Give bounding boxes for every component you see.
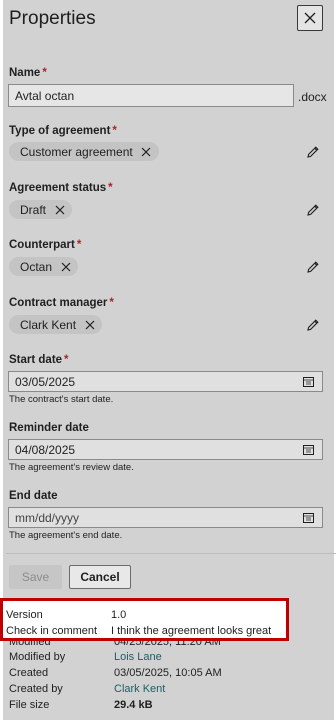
close-icon bbox=[141, 147, 151, 156]
calendar-icon[interactable] bbox=[303, 512, 314, 523]
required-mark: * bbox=[42, 67, 47, 79]
end-date-input[interactable]: mm/dd/yyyy bbox=[8, 507, 323, 528]
name-input[interactable]: Avtal octan bbox=[8, 84, 294, 107]
close-icon bbox=[61, 262, 70, 271]
end-date-label: End date bbox=[9, 490, 58, 502]
version-value: 1.0 bbox=[111, 609, 127, 621]
close-button[interactable] bbox=[297, 5, 323, 31]
version-label: Version bbox=[6, 609, 43, 621]
metadata-created-by-row: Created by Clark Kent bbox=[9, 683, 309, 699]
required-mark: * bbox=[109, 297, 114, 309]
type-of-agreement-tag: Customer agreement bbox=[9, 142, 159, 161]
remove-tag-button[interactable] bbox=[59, 260, 72, 273]
modified-by-link[interactable]: Lois Lane bbox=[114, 651, 162, 663]
metadata-created-row: Created 03/05/2025, 10:05 AM bbox=[9, 667, 309, 683]
tag-label: Customer agreement bbox=[20, 144, 133, 159]
highlight-box: Version 1.0 Check in comment I think the… bbox=[0, 598, 289, 641]
close-icon bbox=[55, 205, 64, 214]
type-of-agreement-label: Type of agreement * bbox=[9, 125, 117, 137]
save-button[interactable]: Save bbox=[9, 565, 62, 589]
contract-manager-label: Contract manager * bbox=[9, 297, 114, 309]
tag-label: Clark Kent bbox=[20, 317, 77, 332]
agreement-status-label: Agreement status * bbox=[9, 182, 113, 194]
tag-label: Octan bbox=[20, 259, 53, 274]
start-date-help: The contract's start date. bbox=[9, 394, 114, 405]
reminder-date-input[interactable]: 04/08/2025 bbox=[8, 439, 323, 460]
calendar-icon[interactable] bbox=[303, 376, 314, 387]
edit-type-button[interactable] bbox=[306, 145, 320, 159]
close-icon bbox=[85, 320, 94, 329]
pencil-icon bbox=[307, 204, 319, 216]
pencil-icon bbox=[307, 261, 319, 273]
modified-by-label: Modified by bbox=[9, 651, 66, 663]
created-value: 03/05/2025, 10:05 AM bbox=[114, 667, 222, 679]
metadata-file-size-row: File size 29.4 kB bbox=[9, 699, 309, 715]
start-date-label: Start date * bbox=[9, 354, 69, 366]
created-label: Created bbox=[9, 667, 49, 679]
check-in-comment-value: I think the agreement looks great bbox=[111, 625, 272, 637]
reminder-date-label: Reminder date bbox=[9, 422, 89, 434]
close-icon bbox=[304, 12, 316, 24]
name-label: Name * bbox=[9, 67, 47, 79]
reminder-date-help: The agreement's review date. bbox=[9, 462, 134, 473]
created-by-label: Created by bbox=[9, 683, 63, 695]
end-date-help: The agreement's end date. bbox=[9, 530, 123, 541]
required-mark: * bbox=[76, 239, 82, 251]
counterpart-label: Counterpart * bbox=[9, 239, 82, 251]
start-date-input[interactable]: 03/05/2025 bbox=[8, 371, 323, 392]
remove-tag-button[interactable] bbox=[83, 318, 96, 331]
metadata-modified-by-row: Modified by Lois Lane bbox=[9, 651, 309, 667]
file-size-label: File size bbox=[9, 699, 50, 711]
end-date-placeholder: mm/dd/yyyy bbox=[15, 511, 80, 525]
created-by-link[interactable]: Clark Kent bbox=[114, 683, 165, 695]
calendar-icon[interactable] bbox=[303, 444, 314, 455]
required-mark: * bbox=[112, 125, 117, 137]
cancel-button[interactable]: Cancel bbox=[69, 565, 131, 589]
remove-tag-button[interactable] bbox=[53, 203, 66, 216]
remove-tag-button[interactable] bbox=[140, 145, 153, 158]
reminder-date-value: 04/08/2025 bbox=[15, 443, 76, 457]
pencil-icon bbox=[307, 146, 319, 158]
file-extension: .docx bbox=[298, 90, 327, 104]
tag-label: Draft bbox=[20, 202, 47, 217]
edit-manager-button[interactable] bbox=[306, 318, 320, 332]
contract-manager-tag: Clark Kent bbox=[9, 315, 103, 334]
file-size-value: 29.4 kB bbox=[114, 699, 153, 711]
panel-title: Properties bbox=[9, 8, 96, 29]
counterpart-tag: Octan bbox=[9, 257, 79, 276]
pencil-icon bbox=[307, 319, 319, 331]
edit-status-button[interactable] bbox=[306, 203, 320, 217]
edit-counterpart-button[interactable] bbox=[306, 260, 320, 274]
check-in-comment-label: Check in comment bbox=[6, 625, 98, 637]
start-date-value: 03/05/2025 bbox=[15, 375, 76, 389]
divider bbox=[6, 553, 336, 554]
required-mark: * bbox=[108, 182, 113, 194]
required-mark: * bbox=[64, 354, 69, 366]
agreement-status-tag: Draft bbox=[9, 200, 73, 219]
